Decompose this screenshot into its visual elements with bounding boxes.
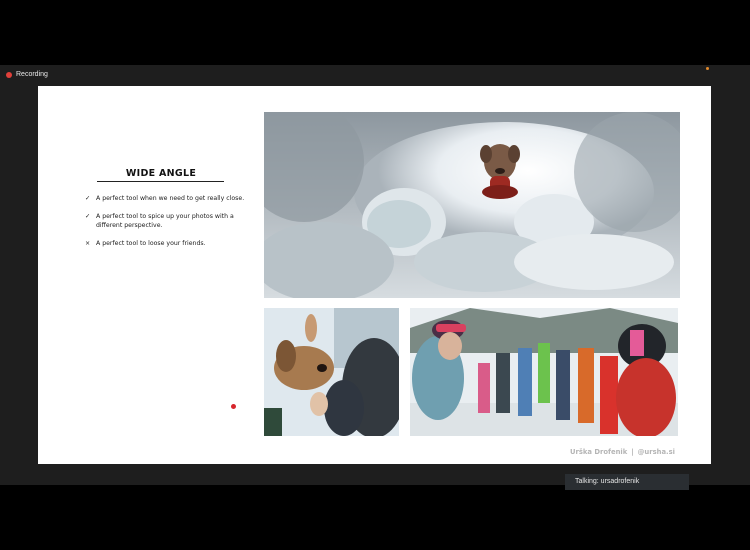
credit-separator: | xyxy=(631,448,634,456)
status-dot-icon xyxy=(706,67,709,70)
bullet-text: A perfect tool when we need to get reall… xyxy=(96,195,245,202)
photo-credit: Urška Drofenik | @ursha.si xyxy=(570,448,675,456)
title-underline xyxy=(97,181,224,182)
bullet-text: A perfect tool to loose your friends. xyxy=(96,240,206,247)
bullet-text: A perfect tool to spice up your photos w… xyxy=(96,213,234,229)
slide-title: WIDE ANGLE xyxy=(125,168,197,179)
dog-closeup-photo xyxy=(264,308,399,436)
laser-pointer-icon xyxy=(231,404,236,409)
check-icon: ✓ xyxy=(85,195,91,202)
check-icon: ✓ xyxy=(85,213,91,220)
recording-dot-icon xyxy=(6,71,12,78)
credit-handle: @ursha.si xyxy=(637,448,675,456)
snow-cave-dog-photo xyxy=(264,112,680,298)
shared-slide: WIDE ANGLE ✓ A perfect tool when we need… xyxy=(38,86,711,464)
bullet-list: ✓ A perfect tool when we need to get rea… xyxy=(85,194,245,257)
bullet-item: × A perfect tool to loose your friends. xyxy=(85,239,245,248)
active-speaker-label: Talking: ursadrofenik xyxy=(565,474,689,490)
bullet-item: ✓ A perfect tool when we need to get rea… xyxy=(85,194,245,203)
recording-label: Recording xyxy=(16,71,48,78)
skiers-group-photo xyxy=(410,308,678,436)
recording-indicator: Recording xyxy=(6,71,48,78)
credit-name: Urška Drofenik xyxy=(569,448,628,456)
bullet-item: ✓ A perfect tool to spice up your photos… xyxy=(85,212,245,230)
cross-icon: × xyxy=(85,240,91,247)
